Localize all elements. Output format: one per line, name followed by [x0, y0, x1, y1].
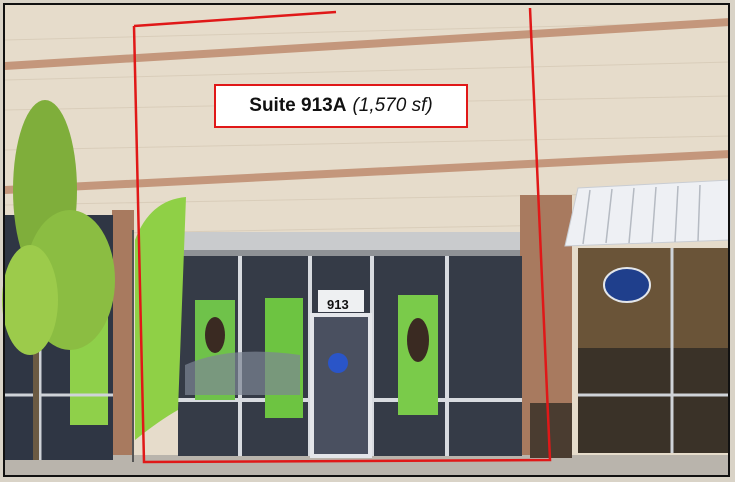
suite-name: Suite 913A [249, 95, 347, 116]
neighbor-awning [564, 179, 731, 247]
store-number: 913 [327, 297, 349, 312]
main-storefront [178, 256, 522, 458]
suite-label: Suite 913A (1,570 sf) [214, 84, 468, 128]
brick-pillar-left [112, 210, 134, 460]
suite-area: (1,570 sf) [352, 95, 433, 116]
entrance-door [310, 313, 372, 458]
door-decal [328, 353, 348, 373]
neighbor-sign-logo [603, 267, 651, 303]
storefront-photo [0, 0, 735, 482]
trash-can [530, 403, 572, 458]
